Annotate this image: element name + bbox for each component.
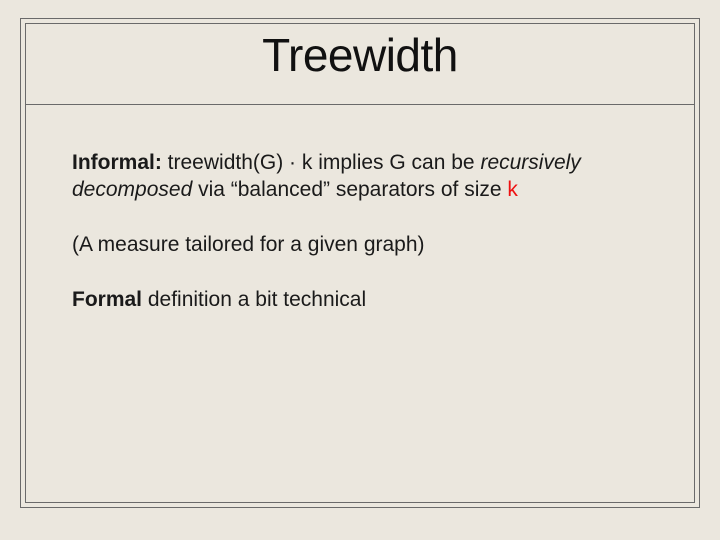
informal-label: Informal: xyxy=(72,151,162,174)
slide: Treewidth Informal: treewidth(G) · k imp… xyxy=(0,0,720,540)
slide-title: Treewidth xyxy=(0,28,720,82)
text-formal-rest: definition a bit technical xyxy=(142,288,366,311)
text-implies: implies G can be xyxy=(312,151,480,174)
formal-label: Formal xyxy=(72,288,142,311)
divider xyxy=(26,104,694,105)
slide-content: Informal: treewidth(G) · k implies G can… xyxy=(72,150,648,342)
text-k: k xyxy=(507,178,518,201)
text-via: via “balanced” separators of size xyxy=(192,178,507,201)
paragraph-formal: Formal definition a bit technical xyxy=(72,287,648,314)
paragraph-informal: Informal: treewidth(G) · k implies G can… xyxy=(72,150,648,204)
treewidth-expr: treewidth(G) · k xyxy=(162,151,313,174)
paragraph-measure: (A measure tailored for a given graph) xyxy=(72,232,648,259)
